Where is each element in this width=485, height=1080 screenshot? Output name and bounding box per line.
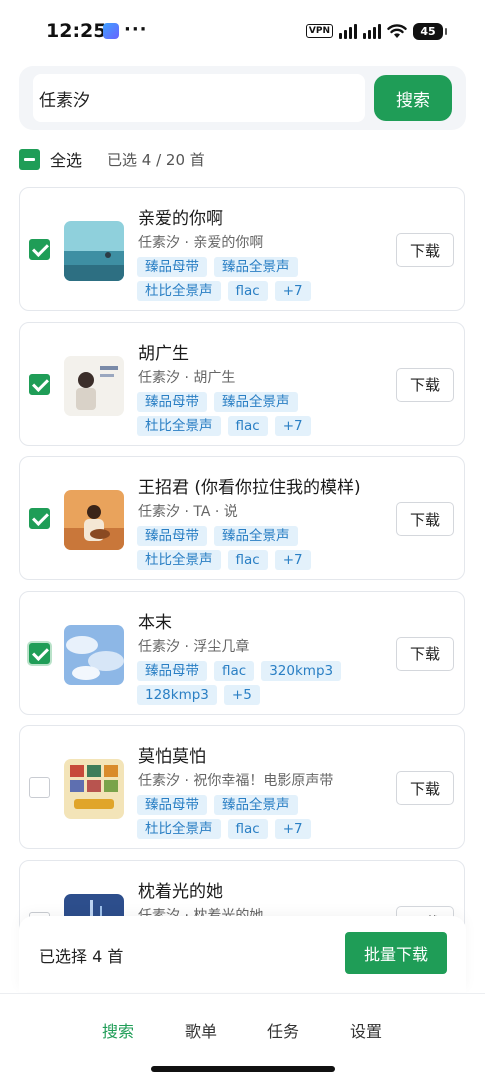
download-button[interactable]: 下载 — [396, 502, 454, 536]
quality-tag: 320kmp3 — [261, 660, 342, 681]
quality-tag: 臻品全景声 — [214, 526, 298, 546]
song-checkbox[interactable] — [29, 642, 50, 664]
song-artist-album: 任素汐 · 祝你幸福！电影原声带 — [138, 773, 334, 789]
quality-tag: 臻品全景声 — [214, 257, 298, 277]
song-artist-album: 任素汐 · TA · 说 — [138, 504, 238, 520]
song-item[interactable]: 王招君 (你看你拉住我的模样) 任素汐 · TA · 说 臻品母带 臻品全景声 … — [19, 456, 465, 580]
quality-tag: 臻品母带 — [137, 526, 207, 546]
quality-tag: flac — [214, 660, 255, 681]
quality-tag: 128kmp3 — [137, 684, 217, 705]
more-tags-badge: +7 — [274, 415, 311, 436]
more-tags-badge: +7 — [274, 281, 311, 301]
album-cover — [64, 355, 124, 416]
song-title: 亲爱的你啊 — [138, 209, 223, 229]
song-title: 王招君 (你看你拉住我的模样) — [138, 478, 361, 498]
battery-icon: 45 — [413, 22, 447, 40]
search-input[interactable] — [33, 74, 365, 122]
song-title: 胡广生 — [138, 343, 189, 364]
tab-search[interactable]: 搜索 — [102, 1018, 134, 1042]
select-all-checkbox[interactable] — [19, 148, 40, 170]
album-cover — [64, 624, 124, 685]
song-artist-album: 任素汐 · 胡广生 — [138, 369, 236, 386]
song-item[interactable]: 本末 任素汐 · 浮尘几章 臻品母带 flac 320kmp3 128kmp3 … — [19, 590, 465, 715]
batch-download-button[interactable]: 批量下载 — [345, 932, 447, 974]
selected-summary: 已选择 4 首 — [39, 947, 124, 966]
album-cover — [64, 221, 124, 281]
song-checkbox[interactable] — [29, 777, 50, 798]
bottom-tab-bar: 搜索 歌单 任务 设置 — [0, 993, 485, 1080]
select-all-label[interactable]: 全选 — [50, 147, 82, 171]
more-tags-badge: +7 — [274, 550, 311, 570]
quality-tag: 杜比全景声 — [137, 819, 221, 839]
quality-tag: flac — [227, 415, 268, 436]
tab-tasks[interactable]: 任务 — [267, 1018, 299, 1042]
song-title: 莫怕莫怕 — [138, 747, 206, 767]
search-bar: 搜索 — [19, 66, 466, 130]
wifi-icon — [387, 24, 407, 38]
song-title: 枕着光的她 — [138, 881, 223, 902]
more-tags-badge: +7 — [274, 819, 311, 839]
quality-tags: 臻品母带 臻品全景声 杜比全景声 flac +7 — [137, 526, 387, 570]
selected-count: 已选 4 / 20 首 — [107, 150, 205, 169]
more-notifications-icon: ··· — [124, 19, 148, 40]
batch-action-bar: 已选择 4 首 批量下载 — [19, 916, 466, 992]
home-indicator[interactable] — [151, 1066, 335, 1072]
signal-icon — [339, 23, 357, 39]
song-artist-album: 任素汐 · 亲爱的你啊 — [138, 235, 264, 251]
quality-tag: 杜比全景声 — [137, 415, 221, 436]
quality-tag: 杜比全景声 — [137, 281, 221, 301]
quality-tag: 臻品母带 — [137, 257, 207, 277]
tab-settings[interactable]: 设置 — [350, 1018, 382, 1042]
quality-tag: 臻品母带 — [137, 660, 207, 681]
signal-icon-2 — [363, 23, 381, 39]
quality-tag: 臻品母带 — [137, 795, 207, 815]
song-item[interactable]: 莫怕莫怕 任素汐 · 祝你幸福！电影原声带 臻品母带 臻品全景声 杜比全景声 f… — [19, 725, 465, 849]
quality-tags: 臻品母带 flac 320kmp3 128kmp3 +5 — [137, 660, 387, 705]
album-cover — [64, 759, 124, 819]
search-button[interactable]: 搜索 — [374, 75, 452, 121]
download-button[interactable]: 下载 — [396, 367, 454, 402]
song-item[interactable]: 胡广生 任素汐 · 胡广生 臻品母带 臻品全景声 杜比全景声 flac +7 下… — [19, 321, 465, 446]
status-time: 12:25 — [46, 20, 107, 42]
app-notification-icon — [103, 23, 119, 39]
quality-tag: flac — [227, 281, 268, 301]
download-button[interactable]: 下载 — [396, 636, 454, 671]
select-all-row: 全选 已选 4 / 20 首 — [19, 146, 205, 172]
status-indicators: VPN 45 — [305, 21, 447, 41]
more-tags-badge: +5 — [223, 684, 260, 705]
quality-tags: 臻品母带 臻品全景声 杜比全景声 flac +7 — [137, 257, 387, 301]
song-checkbox[interactable] — [29, 373, 50, 395]
song-checkbox[interactable] — [29, 239, 50, 260]
song-title: 本末 — [138, 612, 172, 633]
download-button[interactable]: 下载 — [396, 233, 454, 267]
quality-tags: 臻品母带 臻品全景声 杜比全景声 flac +7 — [137, 795, 387, 839]
album-cover — [64, 490, 124, 550]
quality-tag: flac — [227, 550, 268, 570]
quality-tag: 杜比全景声 — [137, 550, 221, 570]
song-artist-album: 任素汐 · 浮尘几章 — [138, 638, 250, 655]
quality-tag: 臻品全景声 — [214, 391, 298, 412]
tab-playlists[interactable]: 歌单 — [185, 1018, 217, 1042]
status-bar: 12:25 ··· VPN 45 — [0, 0, 485, 62]
download-button[interactable]: 下载 — [396, 771, 454, 805]
vpn-icon: VPN — [305, 24, 333, 38]
song-list: 亲爱的你啊 任素汐 · 亲爱的你啊 臻品母带 臻品全景声 杜比全景声 flac … — [19, 187, 466, 994]
song-item[interactable]: 亲爱的你啊 任素汐 · 亲爱的你啊 臻品母带 臻品全景声 杜比全景声 flac … — [19, 187, 465, 311]
quality-tag: 臻品母带 — [137, 391, 207, 412]
quality-tag: 臻品全景声 — [214, 795, 298, 815]
quality-tags: 臻品母带 臻品全景声 杜比全景声 flac +7 — [137, 391, 387, 436]
quality-tag: flac — [227, 819, 268, 839]
song-checkbox[interactable] — [29, 508, 50, 529]
